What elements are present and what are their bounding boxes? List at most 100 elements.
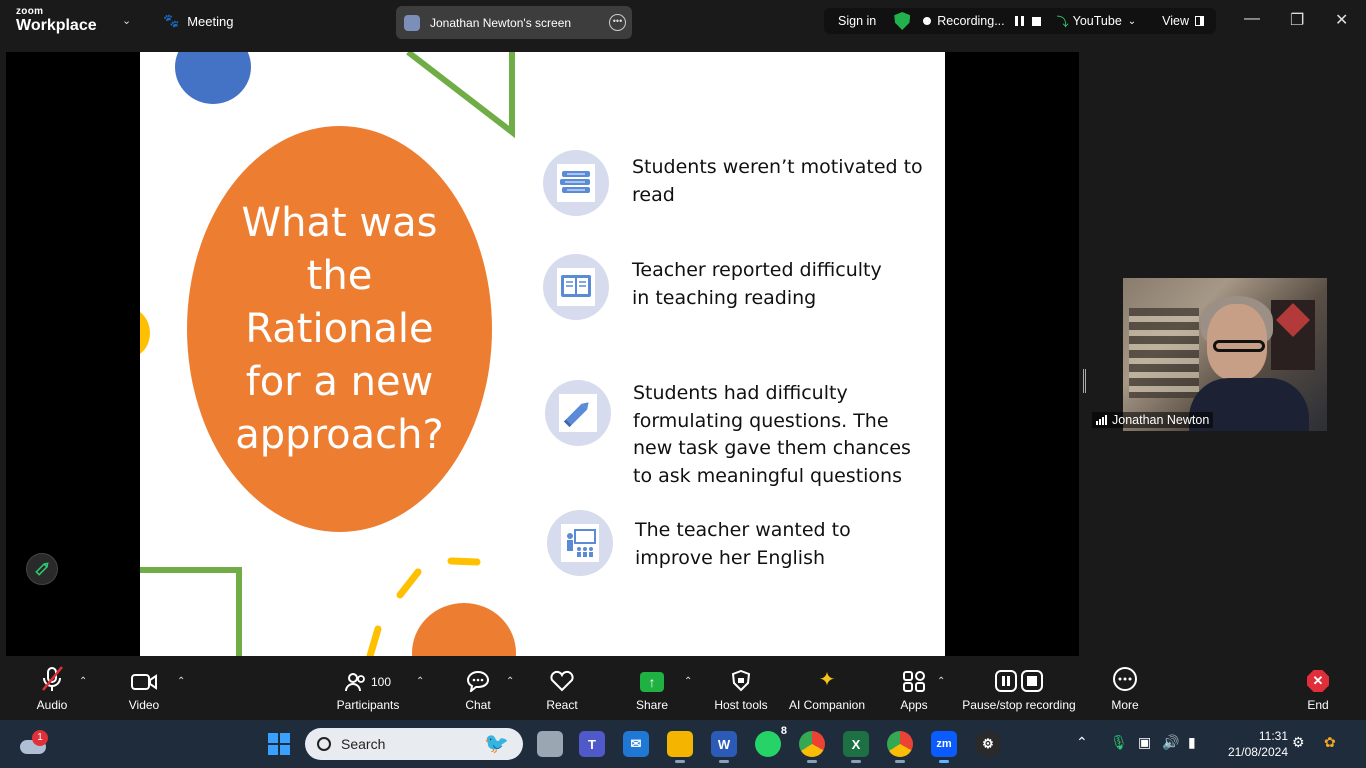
taskbar-search[interactable]: Search 🐦 (305, 728, 523, 760)
word-icon[interactable]: W (711, 731, 737, 763)
screen-share-icon (404, 14, 420, 31)
logo-top: zoom (16, 6, 44, 17)
host-tools-button[interactable]: Host tools (711, 658, 771, 720)
task-view-icon[interactable] (537, 731, 563, 757)
item-icon-circle (545, 380, 611, 446)
more-label: More (1111, 698, 1139, 712)
ai-companion-button[interactable]: ✦ AI Companion (787, 658, 867, 720)
participants-icon: 100 (344, 658, 392, 692)
pause-stop-recording-button[interactable]: Pause/stop recording (960, 658, 1078, 720)
audio-button[interactable]: Audio (30, 658, 74, 720)
volume-icon[interactable]: 🔊 (1162, 734, 1179, 751)
shield-check-icon[interactable] (894, 12, 911, 30)
sign-in-button[interactable]: Sign in (838, 14, 876, 28)
shared-screen-tab[interactable]: Jonathan Newton's screen ••• (396, 6, 632, 39)
participants-button[interactable]: 100 Participants (335, 658, 401, 720)
clock-time: 11:31 (1258, 729, 1288, 743)
display-icon[interactable]: ▣ (1138, 734, 1151, 751)
audio-label: Audio (36, 698, 68, 712)
microphone-icon[interactable]: 🎙 (1110, 734, 1128, 751)
chevron-down-icon[interactable]: ⌄ (122, 14, 131, 27)
chrome-profile-icon[interactable] (887, 731, 913, 763)
annotate-button[interactable] (26, 553, 58, 585)
share-button[interactable]: ↑ Share (632, 658, 672, 720)
pause-stop-icon (995, 670, 1043, 692)
logo-bottom: Workplace (16, 17, 97, 34)
share-label: Share (635, 698, 669, 712)
chevron-up-icon[interactable]: ⌃ (177, 676, 185, 687)
slide-item-text: The teacher wanted to improve her Englis… (635, 519, 851, 569)
search-placeholder: Search (341, 736, 386, 752)
video-label: Video (128, 698, 160, 712)
windows-taskbar: 1 Search 🐦 T ✉ W 8 X zm ⚙ ⌃ 🎙 ▣ 🔊 ▮ 11:3… (0, 720, 1366, 768)
end-button[interactable]: ✕ End (1298, 658, 1338, 720)
pause-stop-label: Pause/stop recording (962, 698, 1076, 712)
more-options-icon[interactable]: ••• (609, 14, 626, 31)
chat-label: Chat (465, 698, 491, 712)
classroom-icon (567, 529, 596, 557)
end-meeting-icon: ✕ (1307, 670, 1329, 692)
file-explorer-icon[interactable] (667, 731, 693, 763)
notification-icon[interactable]: ⚙ (1292, 734, 1305, 751)
copilot-icon[interactable]: ✿ (1324, 734, 1336, 751)
chevron-up-icon[interactable]: ⌃ (1076, 734, 1088, 751)
restore-button[interactable]: ❐ (1290, 10, 1304, 30)
view-button[interactable]: View (1162, 14, 1189, 28)
sparkle-icon: ✦ (818, 669, 836, 691)
recording-label[interactable]: Recording... (937, 14, 1004, 28)
react-button[interactable]: React (542, 658, 582, 720)
title-circle: What was the Rationale for a new approac… (187, 126, 492, 532)
slide-title: What was the Rationale for a new approac… (235, 199, 444, 458)
participant-count: 100 (370, 675, 392, 689)
pencil-icon (563, 402, 589, 428)
shield-icon (731, 658, 751, 692)
share-screen-icon: ↑ (640, 672, 664, 692)
view-layout-icon[interactable] (1195, 16, 1205, 26)
host-tools-label: Host tools (714, 698, 768, 712)
mail-icon[interactable]: ✉ (623, 731, 649, 757)
apps-button[interactable]: Apps (894, 658, 934, 720)
participant-name: Jonathan Newton (1112, 413, 1210, 427)
chevron-up-icon[interactable]: ⌃ (937, 676, 945, 687)
whatsapp-icon[interactable]: 8 (755, 725, 787, 757)
slide-item-text: Students had difficulty formulating ques… (633, 382, 911, 487)
weather-widget[interactable]: 1 (18, 730, 48, 756)
end-label: End (1307, 698, 1329, 712)
video-button[interactable]: Video (122, 658, 166, 720)
minimize-button[interactable]: — (1244, 10, 1260, 28)
stop-recording-icon[interactable] (1031, 16, 1041, 26)
chevron-up-icon[interactable]: ⌃ (684, 676, 692, 687)
meeting-toolbar: Audio ⌃ Video ⌃ 100 Participants ⌃ Chat … (0, 658, 1366, 720)
chevron-down-icon[interactable]: ⌄ (1128, 16, 1136, 27)
green-square (140, 567, 242, 656)
pencil-icon (35, 562, 49, 576)
youtube-label[interactable]: YouTube (1073, 14, 1122, 28)
participant-video[interactable] (1123, 278, 1327, 431)
more-button[interactable]: More (1105, 658, 1145, 720)
zoom-logo[interactable]: zoom Workplace (16, 7, 97, 34)
clock-date: 21/08/2024 (1227, 745, 1288, 759)
mic-muted-icon (40, 658, 64, 692)
start-button[interactable] (268, 733, 290, 755)
meeting-menu[interactable]: 🐾 Meeting (163, 13, 233, 29)
teams-icon[interactable]: T (579, 731, 605, 757)
chevron-up-icon[interactable]: ⌃ (416, 676, 424, 687)
chevron-up-icon[interactable]: ⌃ (79, 676, 87, 687)
settings-icon[interactable]: ⚙ (975, 731, 1001, 757)
excel-icon[interactable]: X (843, 731, 869, 763)
close-button[interactable]: ✕ (1335, 10, 1348, 30)
participant-name-label: Jonathan Newton (1092, 412, 1214, 428)
chevron-up-icon[interactable]: ⌃ (506, 676, 514, 687)
bird-icon: 🐦 (484, 733, 509, 755)
battery-icon[interactable]: ▮ (1188, 734, 1196, 751)
resize-handle[interactable] (1083, 369, 1086, 393)
chat-button[interactable]: Chat (458, 658, 498, 720)
slide-item-text: Teacher reported difficulty in teaching … (632, 259, 882, 309)
pause-recording-icon[interactable] (1014, 16, 1024, 26)
system-clock[interactable]: 11:31 21/08/2024 (1214, 728, 1288, 760)
chrome-icon[interactable] (799, 731, 825, 763)
item-icon-circle (547, 510, 613, 576)
camera-icon (130, 658, 158, 692)
heart-icon (549, 658, 575, 692)
zoom-taskbar-icon[interactable]: zm (931, 731, 957, 763)
